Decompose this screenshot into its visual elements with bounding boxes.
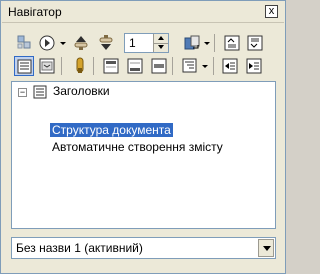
header-icon[interactable] [101, 56, 121, 76]
drag-mode-icon[interactable] [182, 33, 202, 53]
content-view-icon[interactable] [37, 56, 57, 76]
promote-chapter-icon[interactable] [222, 33, 242, 53]
headings-icon [33, 85, 47, 99]
anchor-to-entry-icon[interactable] [149, 56, 169, 76]
toolbar-separator [214, 34, 215, 52]
navigate-by-icon[interactable] [37, 33, 57, 53]
collapse-icon[interactable]: − [18, 88, 27, 97]
close-button[interactable]: x [265, 5, 278, 18]
stepper-down-button[interactable] [154, 43, 168, 52]
heading-levels-icon[interactable] [180, 56, 200, 76]
demote-chapter-icon[interactable] [245, 33, 265, 53]
promote-level-icon[interactable] [220, 56, 240, 76]
page-number-value: 1 [129, 36, 136, 50]
toolbar-separator [213, 57, 214, 75]
arrow-down-icon [158, 45, 164, 49]
chevron-down-icon [263, 246, 271, 251]
document-select-button[interactable] [258, 239, 274, 257]
navigate-by-dropdown-icon[interactable] [60, 42, 66, 45]
stepper-buttons [153, 34, 168, 52]
window-title: Навігатор [8, 5, 62, 19]
toolbar-separator [172, 57, 173, 75]
list-box-icon[interactable] [14, 56, 34, 76]
footer-icon[interactable] [125, 56, 145, 76]
arrow-up-icon [158, 36, 164, 40]
toolbar-separator [93, 57, 94, 75]
document-select-value: Без назви 1 (активний) [16, 241, 143, 255]
tree-item-auto-toc[interactable]: Автоматичне створення змісту [52, 140, 223, 154]
demote-level-icon[interactable] [244, 56, 264, 76]
document-select[interactable]: Без назви 1 (активний) [11, 237, 276, 259]
next-icon[interactable] [96, 33, 116, 53]
reminder-icon[interactable] [70, 56, 90, 76]
page-number-stepper[interactable]: 1 [124, 33, 169, 53]
tree-root-label[interactable]: Заголовки [53, 84, 110, 98]
title-bar[interactable]: Навігатор x [2, 2, 284, 23]
heading-levels-dropdown-icon[interactable] [202, 65, 208, 68]
drag-mode-dropdown-icon[interactable] [204, 42, 210, 45]
navigator-window: Навігатор x 1 − Заголовки Структура доку… [0, 0, 286, 274]
previous-icon[interactable] [71, 33, 91, 53]
toolbar-separator [61, 57, 62, 75]
navigation-toggle-icon[interactable] [14, 33, 34, 53]
navigator-tree[interactable]: − Заголовки Структура документа Автомати… [11, 81, 276, 229]
tree-item-document-structure[interactable]: Структура документа [50, 123, 173, 137]
